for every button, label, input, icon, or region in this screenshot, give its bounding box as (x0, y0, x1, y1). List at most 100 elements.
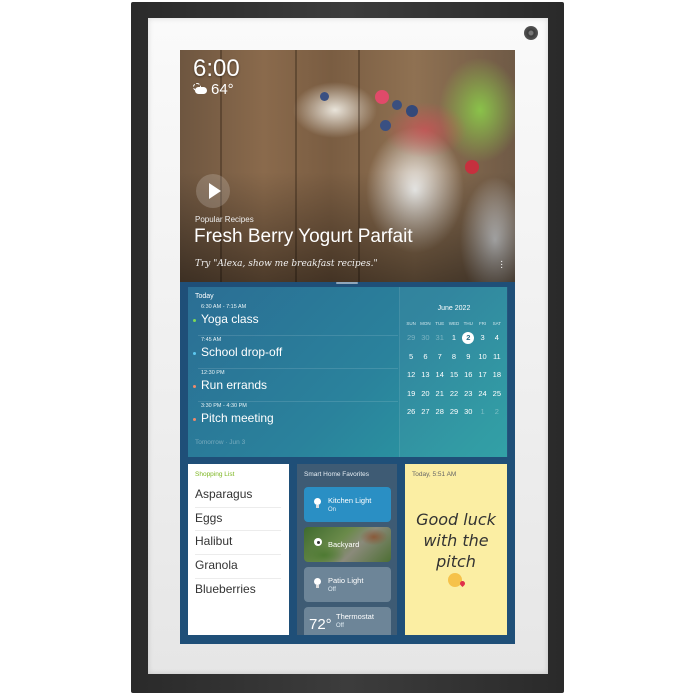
day-number: 16 (464, 370, 473, 379)
calendar-day[interactable]: 23 (461, 385, 475, 404)
note-line: Good luck (416, 510, 496, 529)
weather[interactable]: 64° (193, 81, 234, 98)
calendar-day[interactable]: 26 (404, 403, 418, 422)
calendar-day[interactable]: 30 (461, 403, 475, 422)
calendar-day[interactable]: 1 (447, 329, 461, 348)
day-number: 22 (449, 388, 459, 398)
calendar-day[interactable]: 18 (490, 366, 504, 385)
sticky-note-card[interactable]: Today, 5:51 AM Good luck with the pitch (405, 464, 507, 635)
calendar-day[interactable]: 20 (418, 385, 432, 404)
smart-home-tile[interactable]: Patio Light Off (304, 567, 391, 602)
shopping-list-item[interactable]: Halibut (195, 530, 281, 555)
calendar-day[interactable]: 7 (433, 348, 447, 367)
day-number: 29 (406, 333, 416, 342)
calendar-day[interactable]: 14 (433, 366, 447, 385)
drag-handle[interactable] (336, 282, 358, 284)
smart-home-tile[interactable]: Kitchen Light On (304, 487, 391, 522)
calendar-day[interactable]: 27 (418, 403, 432, 422)
shopping-list-item[interactable]: Blueberries (195, 578, 281, 602)
day-number: 10 (478, 351, 487, 361)
device-name: Thermostat (336, 612, 374, 621)
shopping-list-item[interactable]: Asparagus (195, 483, 281, 508)
day-number: 11 (492, 351, 501, 361)
device-state: On (328, 507, 337, 513)
calendar-day[interactable]: 8 (447, 348, 461, 367)
raspberry (375, 90, 389, 104)
calendar-day[interactable]: 25 (490, 385, 504, 404)
day-number: 28 (435, 407, 444, 416)
recipe-hero-card[interactable]: 6:00 64° Popular Recipes Fresh Berry Yog… (180, 50, 515, 282)
divider (198, 368, 398, 369)
calendar-day[interactable]: 9 (461, 348, 475, 367)
day-number: 27 (421, 407, 430, 416)
agenda-event[interactable]: 12:30 PM Run errands (188, 370, 398, 402)
more-options-icon[interactable]: · · · (500, 257, 503, 273)
agenda-event[interactable]: 6:30 AM - 7:15 AM Yoga class (188, 304, 398, 336)
calendar-day[interactable]: 2 (490, 403, 504, 422)
camera-icon (314, 538, 322, 546)
calendar-day[interactable]: 31 (433, 329, 447, 348)
calendar-day[interactable]: 4 (490, 329, 504, 348)
thermostat-value: 72° (309, 616, 332, 633)
day-number: 20 (421, 388, 430, 398)
calendar-day[interactable]: 16 (461, 366, 475, 385)
device-name: Kitchen Light (328, 496, 372, 505)
day-number: 6 (423, 351, 428, 361)
event-time: 7:45 AM (201, 337, 222, 343)
calendar-day[interactable]: 29 (447, 403, 461, 422)
device-name: Backyard (328, 540, 360, 549)
day-number: 7 (437, 351, 442, 361)
shopping-list-card[interactable]: Shopping List Asparagus Eggs Halibut Granol… (188, 464, 289, 635)
shopping-list-item[interactable]: Granola (195, 554, 281, 579)
calendar-day[interactable]: 10 (475, 348, 489, 367)
agenda-event[interactable]: 3:30 PM - 4:30 PM Pitch meeting (188, 403, 398, 435)
agenda-event[interactable]: 7:45 AM School drop-off (188, 337, 398, 369)
event-title: School drop-off (201, 345, 283, 359)
device-name: Patio Light (328, 576, 364, 585)
calendar-day[interactable]: 22 (447, 385, 461, 404)
shopping-list-item[interactable]: Eggs (195, 507, 281, 532)
calendar-day[interactable]: 6 (418, 348, 432, 367)
day-number: 17 (478, 370, 487, 379)
agenda-footer[interactable]: Tomorrow · Jun 3 (195, 439, 245, 446)
calendar-day[interactable]: 21 (433, 385, 447, 404)
calendar-day[interactable]: 17 (475, 366, 489, 385)
calendar-day[interactable]: 12 (404, 366, 418, 385)
calendar-day[interactable]: 29 (404, 329, 418, 348)
day-number: 24 (478, 388, 487, 398)
event-time: 3:30 PM - 4:30 PM (201, 403, 247, 409)
device-state: Off (328, 587, 336, 593)
temperature: 64° (211, 81, 234, 98)
smart-home-card[interactable]: Smart Home Favorites Kitchen Light On Back… (297, 464, 397, 635)
calendar-day[interactable]: 19 (404, 385, 418, 404)
note-line: pitch (436, 552, 476, 571)
weekday-label: THU (463, 321, 473, 326)
day-number: 3 (480, 333, 485, 342)
calendar[interactable]: June 2022 SUN MON TUE WED THU FRI SAT 29 30 31 1 2 3… (399, 287, 508, 457)
clock: 6:00 (193, 55, 240, 82)
kissing-face-emoji-icon (448, 573, 462, 587)
note-line: with the (423, 531, 489, 550)
smart-home-tile[interactable]: 72° Thermostat Off (304, 607, 391, 635)
calendar-day[interactable]: 15 (447, 366, 461, 385)
calendar-day[interactable]: 24 (475, 385, 489, 404)
calendar-grid: SUN MON TUE WED THU FRI SAT 29 30 31 1 2 3 4 5 6 7 8 9 10 11… (404, 319, 504, 422)
play-button[interactable] (196, 174, 230, 208)
recipe-category: Popular Recipes (195, 215, 254, 224)
calendar-day[interactable]: 28 (433, 403, 447, 422)
calendar-day[interactable]: 3 (475, 329, 489, 348)
recipe-title[interactable]: Fresh Berry Yogurt Parfait (194, 226, 413, 248)
calendar-day[interactable]: 11 (490, 348, 504, 367)
smart-home-tile[interactable]: Backyard (304, 527, 391, 562)
calendar-day-today[interactable]: 2 (461, 329, 475, 348)
day-number: 2 (462, 332, 475, 344)
calendar-day[interactable]: 5 (404, 348, 418, 367)
agenda-card[interactable]: Today 6:30 AM - 7:15 AM Yoga class 7:45 … (188, 287, 508, 457)
calendar-day[interactable]: 30 (418, 329, 432, 348)
smart-home-title: Smart Home Favorites (304, 471, 370, 478)
day-number: 13 (421, 370, 430, 379)
day-number: 21 (435, 388, 444, 398)
calendar-day[interactable]: 1 (475, 403, 489, 422)
camera-icon (524, 26, 538, 40)
calendar-day[interactable]: 13 (418, 366, 432, 385)
